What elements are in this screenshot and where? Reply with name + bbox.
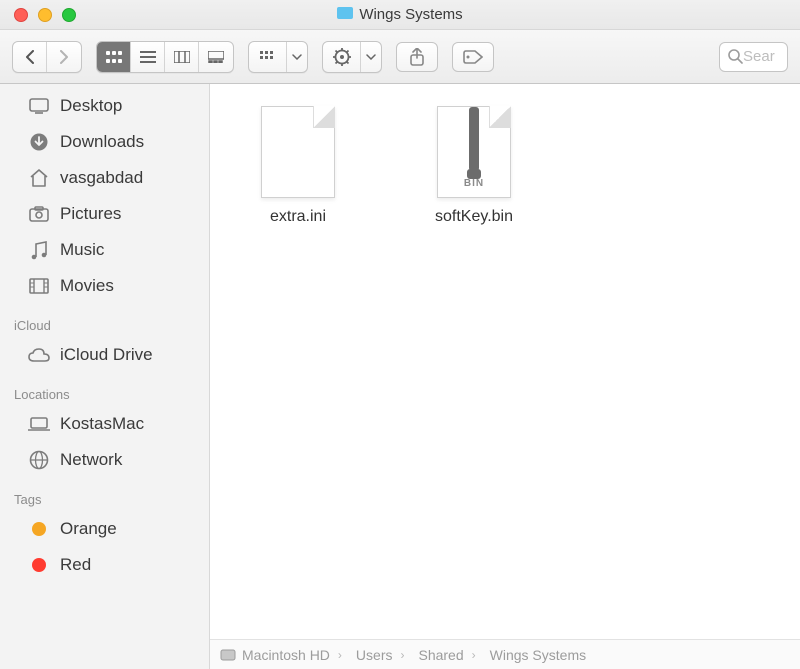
path-crumb-label: Wings Systems <box>490 647 586 663</box>
path-bar: Macintosh HD › Users › Shared › Wings Sy… <box>210 639 800 669</box>
tags-button[interactable] <box>452 42 494 72</box>
sidebar-item-label: Red <box>60 555 91 575</box>
column-view-button[interactable] <box>165 42 199 72</box>
list-view-button[interactable] <box>131 42 165 72</box>
sidebar-item-label: Downloads <box>60 132 144 152</box>
minimize-window-button[interactable] <box>38 8 52 22</box>
chevron-down-icon <box>361 42 381 72</box>
tag-dot-icon <box>28 554 50 576</box>
sidebar-heading-icloud: iCloud <box>0 304 209 337</box>
sidebar-item-icloud-drive[interactable]: iCloud Drive <box>0 337 209 373</box>
sidebar: Desktop Downloads vasgabdad Pictures Mus… <box>0 84 210 669</box>
share-button[interactable] <box>396 42 438 72</box>
sidebar-item-network[interactable]: Network <box>0 442 209 478</box>
file-item[interactable]: BIN softKey.bin <box>426 106 522 226</box>
path-crumb-label: Users <box>356 647 393 663</box>
sidebar-item-downloads[interactable]: Downloads <box>0 124 209 160</box>
group-by-button[interactable] <box>248 41 308 73</box>
sidebar-heading-locations: Locations <box>0 373 209 406</box>
zoom-window-button[interactable] <box>62 8 76 22</box>
downloads-icon <box>28 131 50 153</box>
action-menu-button[interactable] <box>322 41 382 73</box>
path-crumb[interactable]: Wings Systems <box>484 647 586 663</box>
path-crumb[interactable]: Macintosh HD <box>220 647 330 663</box>
close-window-button[interactable] <box>14 8 28 22</box>
pictures-icon <box>28 203 50 225</box>
sidebar-heading-tags: Tags <box>0 478 209 511</box>
gallery-view-button[interactable] <box>199 42 233 72</box>
sidebar-item-label: Desktop <box>60 96 122 116</box>
window-title-label: Wings Systems <box>359 6 462 23</box>
laptop-icon <box>28 413 50 435</box>
chevron-right-icon: › <box>470 648 478 662</box>
sidebar-item-label: Orange <box>60 519 117 539</box>
sidebar-item-label: Movies <box>60 276 114 296</box>
file-icon <box>261 106 335 198</box>
traffic-lights <box>14 8 76 22</box>
icon-grid: extra.ini BIN softKey.bin <box>210 84 800 248</box>
path-crumb[interactable]: Shared <box>412 647 463 663</box>
titlebar: Wings Systems <box>0 0 800 30</box>
music-icon <box>28 239 50 261</box>
desktop-icon <box>28 95 50 117</box>
sidebar-item-home[interactable]: vasgabdad <box>0 160 209 196</box>
disk-icon <box>220 647 236 663</box>
sidebar-item-label: KostasMac <box>60 414 144 434</box>
sidebar-item-label: Pictures <box>60 204 121 224</box>
sidebar-item-kostasmac[interactable]: KostasMac <box>0 406 209 442</box>
home-icon <box>28 167 50 189</box>
search-input[interactable] <box>743 48 779 65</box>
folder-icon <box>337 6 353 23</box>
sidebar-item-label: Music <box>60 240 104 260</box>
back-button[interactable] <box>13 42 47 72</box>
sidebar-item-tag-orange[interactable]: Orange <box>0 511 209 547</box>
path-crumb-label: Macintosh HD <box>242 647 330 663</box>
sidebar-item-movies[interactable]: Movies <box>0 268 209 304</box>
movies-icon <box>28 275 50 297</box>
network-icon <box>28 449 50 471</box>
sidebar-item-desktop[interactable]: Desktop <box>0 88 209 124</box>
file-name-label: extra.ini <box>270 208 326 226</box>
icon-view-button[interactable] <box>97 42 131 72</box>
path-crumb-label: Shared <box>418 647 463 663</box>
path-crumb[interactable]: Users <box>350 647 393 663</box>
sidebar-item-tag-red[interactable]: Red <box>0 547 209 583</box>
window-title: Wings Systems <box>0 6 800 23</box>
sidebar-item-music[interactable]: Music <box>0 232 209 268</box>
search-field[interactable] <box>719 42 788 72</box>
sidebar-item-label: vasgabdad <box>60 168 143 188</box>
chevron-down-icon <box>287 42 307 72</box>
search-icon <box>728 49 743 64</box>
cloud-icon <box>28 344 50 366</box>
view-mode-segment <box>96 41 234 73</box>
nav-buttons <box>12 41 82 73</box>
tag-dot-icon <box>28 518 50 540</box>
file-icon: BIN <box>437 106 511 198</box>
content-area[interactable]: extra.ini BIN softKey.bin Macintosh HD › <box>210 84 800 669</box>
file-name-label: softKey.bin <box>435 208 513 226</box>
toolbar <box>0 30 800 84</box>
sidebar-item-pictures[interactable]: Pictures <box>0 196 209 232</box>
sidebar-item-label: iCloud Drive <box>60 345 153 365</box>
chevron-right-icon: › <box>336 648 344 662</box>
file-badge: BIN <box>438 178 510 189</box>
forward-button[interactable] <box>47 42 81 72</box>
chevron-right-icon: › <box>398 648 406 662</box>
sidebar-item-label: Network <box>60 450 122 470</box>
file-item[interactable]: extra.ini <box>250 106 346 226</box>
